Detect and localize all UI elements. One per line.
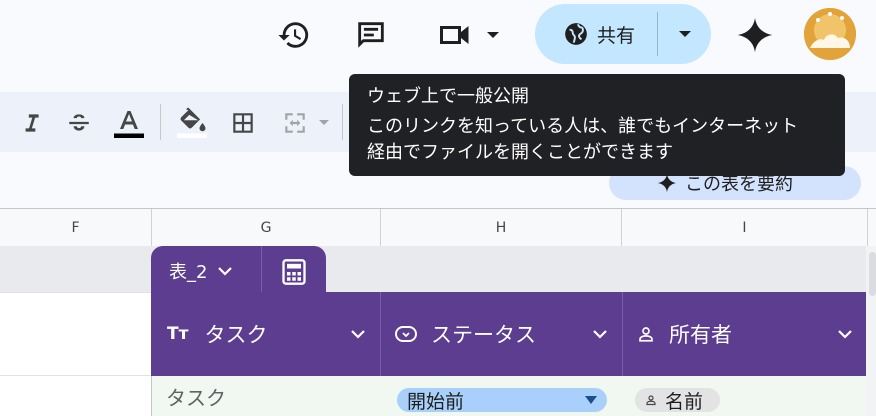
tooltip-line-1: このリンクを知っている人は、誰でもインターネット (367, 116, 799, 137)
column-header-bar: F G H I (0, 208, 876, 247)
share-options-chevron-icon[interactable] (665, 22, 705, 46)
app-header: 共有 (0, 0, 876, 82)
borders-icon[interactable] (226, 106, 260, 140)
share-tooltip: ウェブ上で一般公開 このリンクを知っている人は、誰でもインターネット 経由でファ… (349, 74, 845, 176)
comments-icon[interactable] (352, 16, 390, 54)
share-main-button[interactable]: 共有 (535, 4, 657, 64)
gemini-sparkle-icon[interactable] (734, 14, 776, 56)
globe-icon (563, 21, 589, 47)
owner-chip[interactable]: 名前 (635, 388, 720, 413)
toolbar-divider (342, 104, 343, 140)
meet-camera-icon[interactable] (435, 18, 475, 52)
merge-dropdown-chevron-icon[interactable] (316, 116, 332, 130)
table-tab[interactable]: 表_2 (151, 246, 326, 294)
table-row[interactable]: タスク 開始前 名前 (151, 376, 868, 416)
table-tab-divider (261, 246, 262, 294)
text-color-icon[interactable] (110, 104, 148, 142)
tooltip-title: ウェブ上で一般公開 (367, 86, 529, 107)
version-history-icon[interactable] (275, 16, 313, 54)
meet-dropdown-chevron-icon[interactable] (484, 26, 502, 44)
merge-cells-icon[interactable] (278, 106, 312, 140)
italic-icon[interactable] (14, 106, 48, 140)
grid-line (0, 292, 152, 293)
table-column-task[interactable]: Tт タスク (151, 292, 380, 376)
column-header-i[interactable]: I (622, 209, 868, 246)
status-value: 開始前 (407, 390, 465, 413)
column-header-g[interactable]: G (152, 209, 381, 246)
owner-value: 名前 (665, 390, 704, 413)
grid-line (0, 375, 152, 376)
column-label-task: タスク (204, 323, 268, 347)
table-name-chevron-icon (217, 266, 233, 276)
table-name-menu[interactable]: 表_2 (169, 258, 233, 284)
table-column-owner[interactable]: 所有者 (623, 292, 867, 376)
user-avatar[interactable] (804, 8, 856, 60)
column-header-h[interactable]: H (381, 209, 622, 246)
person-icon (637, 325, 655, 343)
table-name: 表_2 (169, 262, 208, 283)
sparkle-icon (657, 173, 677, 193)
strikethrough-icon[interactable] (62, 106, 96, 140)
tooltip-line-2: 経由でファイルを開くことができます (367, 142, 673, 163)
column-menu-chevron-icon[interactable] (350, 329, 366, 339)
status-dropdown-arrow-icon (585, 396, 597, 404)
column-label-owner: 所有者 (669, 323, 732, 347)
share-divider (657, 12, 658, 56)
status-dropdown-chip[interactable]: 開始前 (397, 388, 607, 413)
table-spacer-row (0, 246, 866, 292)
dropdown-chip-icon (395, 326, 417, 342)
table-calculator-icon[interactable] (277, 256, 311, 288)
table-column-status[interactable]: ステータス (381, 292, 622, 376)
column-label-status: ステータス (431, 323, 536, 347)
table-header-row: Tт タスク ステータス 所有者 (151, 292, 867, 376)
task-cell[interactable]: タスク (166, 382, 226, 411)
column-menu-chevron-icon[interactable] (837, 329, 853, 339)
text-type-icon: Tт (167, 324, 189, 344)
fill-color-icon[interactable] (172, 104, 212, 142)
share-label: 共有 (597, 24, 636, 47)
column-header-f[interactable]: F (0, 209, 152, 246)
toolbar-divider (160, 104, 161, 140)
share-button[interactable]: 共有 (535, 4, 711, 64)
column-menu-chevron-icon[interactable] (592, 329, 608, 339)
person-icon (645, 394, 657, 406)
vertical-scrollbar-thumb[interactable] (869, 252, 876, 296)
